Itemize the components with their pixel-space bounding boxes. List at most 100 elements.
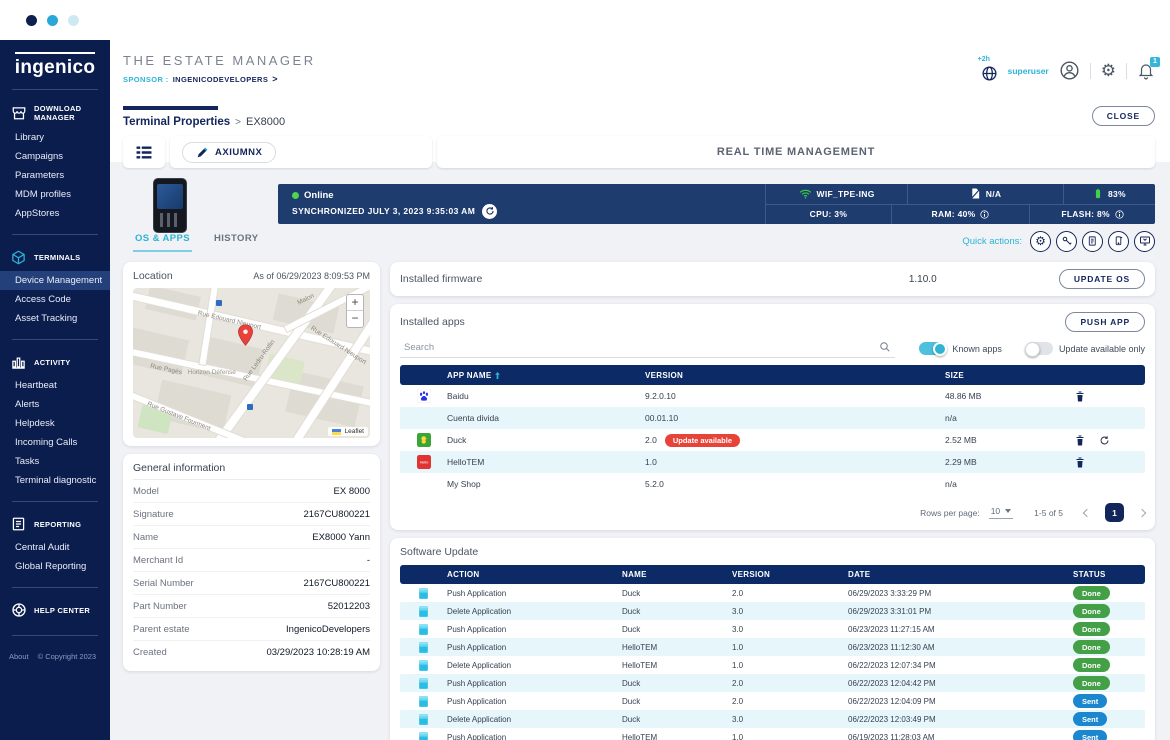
quick-actions: ⚙ bbox=[1030, 231, 1155, 252]
divider bbox=[12, 234, 98, 235]
cpu-status: CPU: 3% bbox=[765, 205, 891, 225]
sidebar-item-parameters[interactable]: Parameters bbox=[0, 166, 110, 185]
tab-os-apps[interactable]: OS & APPS bbox=[133, 230, 192, 252]
refresh-icon[interactable] bbox=[1099, 435, 1110, 446]
sponsor-value[interactable]: INGENICODEVELOPERS bbox=[173, 75, 269, 84]
key-icon[interactable] bbox=[1056, 231, 1077, 252]
info-label: Merchant Id bbox=[133, 555, 183, 566]
firmware-label: Installed firmware bbox=[400, 273, 909, 285]
software-update-row: Delete ApplicationHelloTEM1.006/22/2023 … bbox=[400, 656, 1145, 674]
software-update-row: Push ApplicationDuck2.006/29/2023 3:33:2… bbox=[400, 584, 1145, 602]
sidebar-item-tasks[interactable]: Tasks bbox=[0, 452, 110, 471]
sort-asc-icon bbox=[494, 371, 501, 380]
next-page-icon[interactable] bbox=[1138, 508, 1146, 516]
window-dot bbox=[26, 15, 37, 26]
terminal-list-button[interactable] bbox=[123, 136, 165, 168]
real-time-management-banner: REAL TIME MANAGEMENT bbox=[437, 136, 1155, 168]
file-icon[interactable] bbox=[1082, 231, 1103, 252]
sidebar-item-incoming-calls[interactable]: Incoming Calls bbox=[0, 433, 110, 452]
sync-refresh-icon[interactable] bbox=[482, 204, 497, 219]
prev-page-icon[interactable] bbox=[1083, 508, 1091, 516]
app-version: 00.01.10 bbox=[645, 413, 945, 423]
location-card: Location As of 06/29/2023 8:09:53 PM Rue… bbox=[123, 262, 380, 446]
notifications-bell-icon[interactable]: 1 bbox=[1137, 62, 1155, 80]
gear-icon[interactable]: ⚙ bbox=[1030, 231, 1051, 252]
app-version: 2.0Update available bbox=[645, 434, 945, 447]
trash-icon[interactable] bbox=[1075, 391, 1085, 402]
sidebar-item-mdm-profiles[interactable]: MDM profiles bbox=[0, 185, 110, 204]
sidebar-section-download-manager: DOWNLOAD MANAGERLibraryCampaignsParamete… bbox=[0, 97, 110, 227]
location-title: Location bbox=[133, 270, 173, 282]
sidebar-item-heartbeat[interactable]: Heartbeat bbox=[0, 376, 110, 395]
location-map[interactable]: Rue Edouard Nieuport Rue Pagès Rue Ledru… bbox=[133, 288, 370, 438]
chart-icon bbox=[9, 354, 28, 371]
update-date: 06/23/2023 11:12:30 AM bbox=[848, 643, 1073, 652]
sidebar-item-helpdesk[interactable]: Helpdesk bbox=[0, 414, 110, 433]
sidebar-item-device-management[interactable]: Device Management bbox=[0, 271, 110, 290]
info-label: Serial Number bbox=[133, 578, 194, 589]
search-input[interactable] bbox=[404, 342, 879, 353]
sidebar-item-access-code[interactable]: Access Code bbox=[0, 290, 110, 309]
battery-icon bbox=[1093, 187, 1103, 200]
device-icon[interactable] bbox=[1108, 231, 1129, 252]
app-row-hellotem: HelloHelloTEM1.02.29 MB bbox=[400, 451, 1145, 473]
current-page-button[interactable]: 1 bbox=[1105, 503, 1124, 522]
zoom-out-button[interactable]: − bbox=[347, 311, 363, 327]
info-value: - bbox=[367, 555, 370, 566]
column-app-name[interactable]: APP NAME bbox=[447, 371, 645, 380]
app-actions bbox=[1075, 391, 1145, 402]
column-version[interactable]: VERSION bbox=[645, 371, 945, 380]
trash-icon[interactable] bbox=[1075, 457, 1085, 468]
column-size[interactable]: SIZE bbox=[945, 371, 1075, 380]
sidebar-item-global-reporting[interactable]: Global Reporting bbox=[0, 557, 110, 576]
sidebar-item-alerts[interactable]: Alerts bbox=[0, 395, 110, 414]
update-available-toggle[interactable] bbox=[1026, 342, 1053, 355]
username[interactable]: superuser bbox=[1008, 66, 1049, 76]
update-action: Push Application bbox=[447, 679, 622, 688]
trash-icon[interactable] bbox=[1075, 435, 1085, 446]
battery-status: 83% bbox=[1063, 184, 1155, 204]
known-apps-toggle[interactable] bbox=[919, 342, 946, 355]
settings-gear-icon[interactable]: ⚙ bbox=[1101, 62, 1116, 79]
app-name: My Shop bbox=[447, 479, 645, 489]
update-available-badge: Update available bbox=[665, 434, 740, 447]
user-profile-icon[interactable] bbox=[1059, 60, 1080, 81]
online-status-dot bbox=[292, 192, 299, 199]
update-app-name: HelloTEM bbox=[622, 643, 732, 652]
software-update-row: Push ApplicationHelloTEM1.006/19/2023 11… bbox=[400, 728, 1145, 740]
about-link[interactable]: About bbox=[9, 652, 29, 661]
ram-status: RAM: 40% bbox=[891, 205, 1029, 225]
app-size: 2.29 MB bbox=[945, 457, 1075, 467]
update-action: Push Application bbox=[447, 733, 622, 740]
sidebar-item-central-audit[interactable]: Central Audit bbox=[0, 538, 110, 557]
sidebar-item-appstores[interactable]: AppStores bbox=[0, 204, 110, 223]
close-button[interactable]: CLOSE bbox=[1092, 106, 1155, 126]
breadcrumb-section[interactable]: Terminal Properties bbox=[123, 116, 230, 128]
push-app-button[interactable]: PUSH APP bbox=[1065, 312, 1145, 332]
software-update-row: Push ApplicationDuck2.006/22/2023 12:04:… bbox=[400, 692, 1145, 710]
app-row-baidu: Baidu9.2.0.1048.86 MB bbox=[400, 385, 1145, 407]
tab-history[interactable]: HISTORY bbox=[212, 230, 261, 252]
info-label: Model bbox=[133, 486, 159, 497]
timezone-globe-icon[interactable]: +2h bbox=[981, 59, 998, 82]
update-available-label: Update available only bbox=[1059, 344, 1145, 354]
sidebar-item-asset-tracking[interactable]: Asset Tracking bbox=[0, 309, 110, 328]
ingenico-logo: ingenico bbox=[15, 52, 96, 79]
sidebar-item-library[interactable]: Library bbox=[0, 128, 110, 147]
breadcrumb-terminal: EX8000 bbox=[246, 116, 285, 128]
app-package-icon bbox=[400, 731, 447, 740]
sidebar-item-terminal-diagnostic[interactable]: Terminal diagnostic bbox=[0, 471, 110, 490]
info-row-part-number: Part Number52012203 bbox=[133, 595, 370, 618]
sidebar-item-campaigns[interactable]: Campaigns bbox=[0, 147, 110, 166]
screen-icon[interactable] bbox=[1134, 231, 1155, 252]
update-os-button[interactable]: UPDATE OS bbox=[1059, 269, 1145, 289]
column-status: STATUS bbox=[1073, 570, 1145, 579]
update-status: Sent bbox=[1073, 730, 1145, 740]
firmware-version: 1.10.0 bbox=[909, 274, 1059, 285]
info-label: Signature bbox=[133, 509, 174, 520]
zoom-in-button[interactable]: + bbox=[347, 295, 363, 311]
rows-per-page-select[interactable]: 10 bbox=[989, 506, 1013, 519]
app-package-icon bbox=[400, 713, 447, 726]
cube-icon bbox=[9, 249, 28, 266]
tab-axiumnx[interactable]: AXIUMNX bbox=[182, 142, 276, 163]
